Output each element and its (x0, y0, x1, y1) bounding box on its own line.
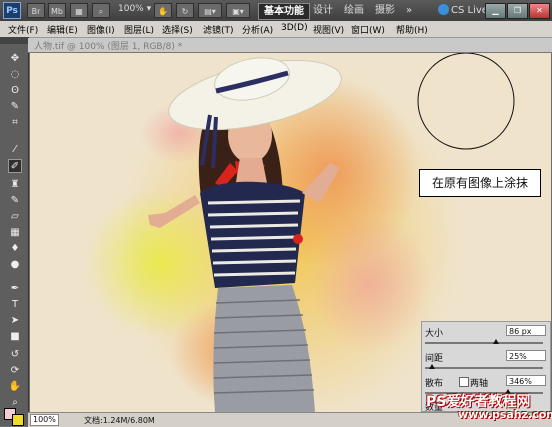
workspace-more-button[interactable]: » (406, 3, 412, 18)
spacing-input[interactable]: 25% (506, 350, 546, 361)
size-input[interactable]: 86 px (506, 325, 546, 336)
menu-analysis[interactable]: 分析(A) (242, 23, 273, 36)
watercolor-splash (310, 213, 430, 353)
menu-layer[interactable]: 图层(L) (124, 23, 154, 36)
background-color-swatch[interactable] (12, 414, 24, 426)
status-doc-size[interactable]: 文档:1.24M/6.80M (84, 415, 155, 426)
menu-bar: 文件(F) 编辑(E) 图像(I) 图层(L) 选择(S) 滤镜(T) 分析(A… (0, 21, 552, 38)
brush-cursor-circle (417, 53, 515, 150)
screen-mode-icon: ▣▾ (232, 7, 244, 16)
menu-3d[interactable]: 3D(D) (281, 23, 308, 33)
view-extras-button[interactable]: ▦ (70, 3, 88, 18)
spacing-label: 间距 (425, 354, 444, 364)
pen-tool-icon[interactable]: ✒ (8, 282, 22, 296)
3d-rotate-tool-icon[interactable]: ↺ (8, 348, 22, 362)
clone-stamp-tool-icon[interactable]: ♜ (8, 178, 22, 192)
crop-tool-icon[interactable]: ⌗ (8, 116, 22, 130)
arrange-documents-button[interactable]: ▤▾ (198, 3, 222, 18)
spacing-slider[interactable] (425, 364, 543, 369)
window-controls: ▁ ❐ ✕ (484, 3, 550, 19)
rotate-view-button[interactable]: ↻ (176, 3, 194, 18)
minimize-button[interactable]: ▁ (485, 3, 506, 19)
arrange-icon: ▤▾ (204, 7, 216, 16)
bridge-button[interactable]: Br (27, 3, 45, 18)
site-watermark-url: www.psahz.com (458, 408, 552, 421)
marquee-tool-icon[interactable]: ◌ (8, 68, 22, 82)
photoshop-logo: Ps (3, 2, 21, 19)
mini-bridge-button[interactable]: Mb (48, 3, 66, 18)
menu-window[interactable]: 窗口(W) (351, 23, 385, 36)
instruction-callout: 在原有图像上涂抹 (419, 169, 541, 197)
hand-icon: ✋ (158, 7, 168, 16)
zoom-level-dropdown[interactable]: 100% ▾ (118, 4, 151, 14)
path-select-tool-icon[interactable]: ➤ (8, 314, 22, 328)
hand-tool-icon[interactable]: ✋ (8, 380, 22, 394)
lasso-tool-icon[interactable]: ʘ (8, 84, 22, 98)
workspace-photography[interactable]: 摄影 (375, 3, 395, 18)
eyedropper-tool-icon[interactable]: ⁄ (8, 143, 22, 157)
document-tab[interactable]: 人物.tif @ 100% (图层 1, RGB/8) * (34, 39, 182, 52)
document-tab-bar: 人物.tif @ 100% (图层 1, RGB/8) * (28, 38, 552, 53)
menu-filter[interactable]: 滤镜(T) (203, 23, 234, 36)
menu-select[interactable]: 选择(S) (162, 23, 193, 36)
double-chevron-icon: » (406, 5, 413, 16)
cs-live-icon (438, 4, 449, 15)
tools-panel-header[interactable] (0, 37, 28, 44)
workspace-design[interactable]: 设计 (313, 3, 333, 18)
shape-tool-icon[interactable]: ■ (8, 330, 22, 344)
size-slider[interactable] (425, 339, 543, 344)
both-axes-checkbox[interactable] (459, 377, 469, 387)
menu-edit[interactable]: 编辑(E) (47, 23, 78, 36)
both-axes-label: 两轴 (470, 379, 489, 389)
3d-orbit-tool-icon[interactable]: ⟳ (8, 364, 22, 378)
gradient-tool-icon[interactable]: ▦ (8, 226, 22, 240)
screen-mode-button[interactable]: ▣▾ (226, 3, 250, 18)
status-zoom-input[interactable]: 100% (30, 414, 59, 426)
application-bar: Ps Br Mb ▦ ⌕ 100% ▾ ✋ ↻ ▤▾ ▣▾ 基本功能 设计 绘画… (0, 0, 552, 21)
woman-figure-button (293, 234, 303, 244)
type-tool-icon[interactable]: T (8, 298, 22, 312)
size-label: 大小 (425, 329, 444, 339)
close-button[interactable]: ✕ (529, 3, 550, 19)
tools-panel: ✥ ◌ ʘ ✎ ⌗ ⁄ ✐ ♜ ✎ ▱ ▦ ♦ ● ✒ T ➤ ■ ↺ ⟳ ✋ … (0, 37, 29, 426)
scatter-input[interactable]: 346% (506, 375, 546, 386)
workspace-essentials[interactable]: 基本功能 (258, 3, 310, 20)
menu-file[interactable]: 文件(F) (8, 23, 38, 36)
zoom-level-button[interactable]: ⌕ (92, 3, 110, 18)
hand-tool-button[interactable]: ✋ (154, 3, 172, 18)
restore-button[interactable]: ❐ (507, 3, 528, 19)
scatter-label: 散布 (425, 379, 444, 389)
size-slider-knob[interactable] (492, 339, 499, 344)
spacing-slider-knob[interactable] (429, 364, 436, 369)
history-brush-tool-icon[interactable]: ✎ (8, 194, 22, 208)
blur-tool-icon[interactable]: ♦ (8, 242, 22, 256)
zoom-icon: ⌕ (98, 7, 104, 16)
grid-icon: ▦ (75, 7, 83, 16)
menu-view[interactable]: 视图(V) (313, 23, 344, 36)
eraser-tool-icon[interactable]: ▱ (8, 210, 22, 224)
move-tool-icon[interactable]: ✥ (8, 52, 22, 66)
brush-tool-icon[interactable]: ✐ (8, 159, 22, 173)
rotate-icon: ↻ (181, 7, 189, 16)
workspace-painting[interactable]: 绘画 (344, 3, 364, 18)
quick-select-tool-icon[interactable]: ✎ (8, 100, 22, 114)
dodge-tool-icon[interactable]: ● (8, 258, 22, 272)
menu-help[interactable]: 帮助(H) (396, 23, 428, 36)
menu-image[interactable]: 图像(I) (87, 23, 115, 36)
